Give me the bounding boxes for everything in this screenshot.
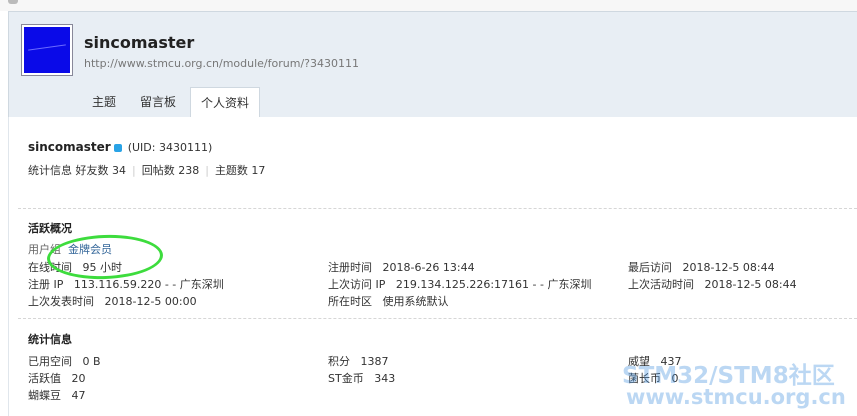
last-post-row: 上次发表时间 2018-12-5 00:00 (28, 293, 197, 309)
space-used-row: 已用空间 0 B (28, 353, 101, 369)
last-post-value: 2018-12-5 00:00 (104, 295, 197, 308)
stats-label: 统计信息 (28, 164, 72, 177)
avatar-logo-mark (28, 44, 66, 51)
usergroup-link[interactable]: 金牌会员 (68, 243, 112, 256)
usergroup-row: 用户组 金牌会员 (28, 241, 112, 257)
statistics-heading: 统计信息 (28, 333, 72, 346)
separator: | (132, 164, 136, 177)
last-visit-value: 2018-12-5 08:44 (682, 261, 775, 274)
butterfly-bean-label: 蝴蝶豆 (28, 389, 61, 402)
online-time-label: 在线时间 (28, 261, 72, 274)
site-watermark-url: www.stmcu.org.cn (626, 385, 846, 409)
threads-count-link[interactable]: 主题数 17 (215, 164, 266, 177)
friends-count-link[interactable]: 好友数 34 (76, 164, 127, 177)
butterfly-bean-value: 47 (71, 389, 86, 402)
last-visit-label: 最后访问 (628, 261, 672, 274)
points-value: 1387 (360, 355, 389, 368)
butterfly-bean-row: 蝴蝶豆 47 (28, 387, 86, 403)
space-used-label: 已用空间 (28, 355, 72, 368)
section-divider (18, 318, 857, 319)
space-url[interactable]: http://www.stmcu.org.cn/module/forum/?34… (84, 57, 359, 70)
last-active-value: 2018-12-5 08:44 (704, 278, 797, 291)
tab-guestbook[interactable]: 留言板 (135, 87, 181, 117)
timezone-row: 所在时区 使用系统默认 (328, 293, 449, 309)
section-divider (18, 208, 857, 209)
register-time-label: 注册时间 (328, 261, 372, 274)
profile-username-line: sincomaster (UID: 3430111) (28, 140, 212, 154)
register-time-row: 注册时间 2018-6-26 13:44 (328, 259, 475, 275)
last-active-row: 上次活动时间 2018-12-5 08:44 (628, 276, 797, 292)
profile-username: sincomaster (28, 140, 111, 154)
last-visit-row: 最后访问 2018-12-5 08:44 (628, 259, 775, 275)
online-time-value: 95 小时 (82, 261, 123, 274)
replies-count-link[interactable]: 回帖数 238 (142, 164, 200, 177)
space-username[interactable]: sincomaster (84, 33, 194, 52)
register-time-value: 2018-6-26 13:44 (382, 261, 475, 274)
timezone-value: 使用系统默认 (382, 295, 449, 308)
tab-profile[interactable]: 个人资料 (190, 87, 260, 120)
st-coin-row: ST金币 343 (328, 370, 395, 386)
st-coin-label: ST金币 (328, 372, 364, 385)
profile-uid: (UID: 3430111) (127, 141, 213, 154)
points-row: 积分 1387 (328, 353, 389, 369)
register-ip-label: 注册 IP (28, 278, 64, 291)
register-ip-row: 注册 IP 113.116.59.220 - - 广东深圳 (28, 276, 224, 292)
usergroup-label: 用户组 (28, 243, 61, 256)
avatar[interactable] (21, 24, 73, 76)
tab-threads[interactable]: 主题 (81, 87, 127, 117)
last-ip-row: 上次访问 IP 219.134.125.226:17161 - - 广东深圳 (328, 276, 591, 292)
profile-stats-line: 统计信息 好友数 34 | 回帖数 238 | 主题数 17 (28, 162, 265, 178)
register-ip-value: 113.116.59.220 - - 广东深圳 (73, 278, 224, 291)
separator: | (205, 164, 209, 177)
space-header: sincomaster http://www.stmcu.org.cn/modu… (8, 11, 857, 120)
verified-icon[interactable] (113, 144, 122, 152)
activity-value-label: 活跃值 (28, 372, 61, 385)
points-label: 积分 (328, 355, 350, 368)
top-strip (0, 0, 857, 11)
st-coin-value: 343 (374, 372, 396, 385)
last-ip-value: 219.134.125.226:17161 - - 广东深圳 (395, 278, 592, 291)
timezone-label: 所在时区 (328, 295, 372, 308)
activity-heading: 活跃概况 (28, 222, 72, 235)
online-time-row: 在线时间 95 小时 (28, 259, 122, 275)
activity-value: 20 (71, 372, 86, 385)
last-post-label: 上次发表时间 (28, 295, 94, 308)
space-used-value: 0 B (82, 355, 101, 368)
window-corner (8, 0, 18, 4)
activity-value-row: 活跃值 20 (28, 370, 86, 386)
last-active-label: 上次活动时间 (628, 278, 694, 291)
last-ip-label: 上次访问 IP (328, 278, 386, 291)
